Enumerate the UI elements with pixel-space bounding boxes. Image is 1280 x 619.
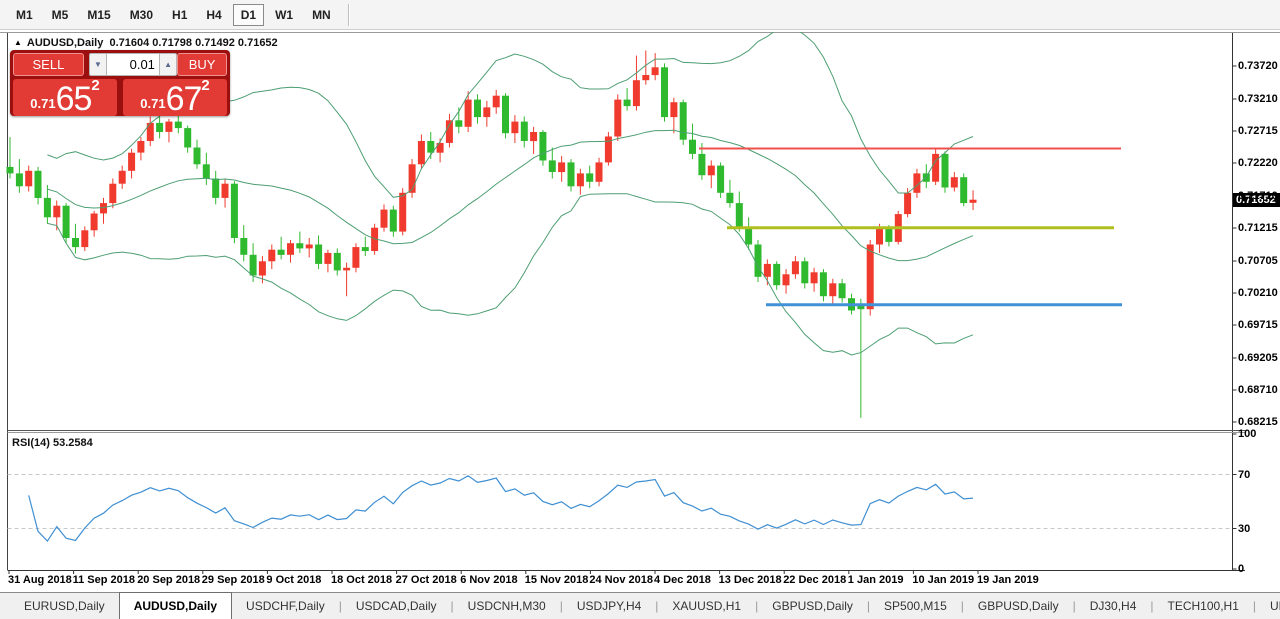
timeframe-button-d1[interactable]: D1	[232, 3, 265, 26]
date-axis-label: 1 Jan 2019	[847, 574, 904, 586]
price-axis-label: 0.73210	[1238, 92, 1278, 105]
timeframe-button-m15[interactable]: M15	[79, 4, 118, 26]
timeframe-button-m5[interactable]: M5	[44, 4, 77, 26]
price-axis-label: 0.71710	[1238, 189, 1278, 202]
price-axis-label: 0.71215	[1238, 222, 1278, 234]
volume-decrease-button[interactable]: ▼	[88, 53, 108, 76]
date-axis-label: 24 Nov 2018	[589, 574, 653, 586]
sell-price-pips: 65	[55, 80, 93, 118]
toolbar-separator	[347, 3, 350, 26]
chart-tab-bar: EURUSD,Daily AUDUSD,Daily USDCHF,Daily | USD…	[0, 592, 1280, 619]
chart-tab-usdcad-daily[interactable]: USDCAD,Daily	[342, 593, 451, 619]
chart-tab-sp500-m15[interactable]: SP500,M15	[870, 593, 961, 619]
chart-tab-usdjpy-h4[interactable]: USDJPY,H4	[563, 593, 655, 619]
buy-price-prefix: 0.71	[140, 96, 166, 111]
chart-tab-dj30-h4[interactable]: DJ30,H4	[1076, 593, 1151, 619]
date-axis-label: 11 Sep 2018	[72, 574, 135, 586]
one-click-trading-panel: SELL ▼ 0.01 ▲ BUY 0.71 65 2 0.71 67 2	[10, 50, 230, 116]
triangle-up-icon: ▲	[164, 60, 172, 69]
date-axis-label: 18 Oct 2018	[331, 574, 393, 586]
chart-ohlc-values: 0.71604 0.71798 0.71492 0.71652	[109, 37, 278, 49]
chart-window: ▲ AUDUSD,Daily 0.71604 0.71798 0.71492 0.…	[0, 32, 1280, 592]
date-axis-label: 4 Dec 2018	[654, 574, 711, 586]
date-axis-label: 22 Dec 2018	[783, 574, 847, 586]
price-axis-label: 0.72220	[1238, 157, 1278, 169]
trade-panel-quotes: 0.71 65 2 0.71 67 2	[13, 77, 227, 118]
rsi-axis-label: 100	[1238, 428, 1257, 440]
price-axis-label: 0.73720	[1238, 59, 1278, 72]
buy-button[interactable]: BUY	[177, 53, 227, 76]
mt4-terminal: M1 M5 M15 M30 H1 H4 D1 W1 MN ▲ AUDUSD,Daily 0.716…	[0, 0, 1280, 619]
rsi-axis-label: 0	[1238, 563, 1245, 575]
date-axis-label: 31 Aug 2018	[8, 574, 72, 586]
timeframe-button-w1[interactable]: W1	[267, 4, 301, 26]
timeframe-toolbar: M1 M5 M15 M30 H1 H4 D1 W1 MN	[0, 0, 1280, 30]
chart-tab-gbpusd-daily[interactable]: GBPUSD,Daily	[964, 593, 1073, 619]
price-axis-label: 0.69205	[1238, 352, 1278, 364]
date-axis-label: 15 Nov 2018	[524, 574, 589, 586]
timeframe-button-mn[interactable]: MN	[304, 4, 339, 26]
date-axis-label: 10 Jan 2019	[912, 574, 975, 586]
rsi-axis-label: 30	[1238, 522, 1251, 535]
triangle-down-icon: ▼	[94, 60, 102, 69]
chart-overlay: ▲ AUDUSD,Daily 0.71604 0.71798 0.71492 0.…	[0, 32, 1280, 592]
volume-increase-button[interactable]: ▲	[158, 53, 178, 76]
trade-panel-controls: SELL ▼ 0.01 ▲ BUY	[13, 53, 227, 76]
price-axis-label: 0.68710	[1238, 384, 1278, 397]
timeframe-button-m1[interactable]: M1	[8, 4, 41, 26]
buy-price-point: 2	[201, 77, 210, 94]
sell-price-prefix: 0.71	[30, 96, 56, 111]
chart-tab-eurusd-daily[interactable]: EURUSD,Daily	[10, 593, 119, 619]
sell-button[interactable]: SELL	[13, 53, 84, 76]
date-axis-label: 6 Nov 2018	[460, 574, 518, 586]
chart-tab-gbpusd-daily[interactable]: GBPUSD,Daily	[758, 593, 867, 619]
rsi-axis-label: 70	[1238, 468, 1251, 481]
sell-price-quote[interactable]: 0.71 65 2	[13, 77, 117, 118]
price-axis-label: 0.68215	[1238, 416, 1278, 429]
date-axis-label: 19 Jan 2019	[977, 574, 1039, 586]
price-axis-label: 0.69715	[1238, 319, 1278, 332]
price-axis-label: 0.72715	[1238, 124, 1278, 137]
price-axis-label: 0.70705	[1238, 254, 1278, 267]
date-axis-label: 27 Oct 2018	[395, 574, 457, 586]
rsi-indicator-label: RSI(14) 53.2584	[12, 437, 93, 449]
buy-price-quote[interactable]: 0.71 67 2	[123, 77, 227, 118]
collapse-arrow-icon[interactable]: ▲	[14, 38, 22, 47]
chart-tab-usdchf-daily[interactable]: USDCHF,Daily	[232, 593, 339, 619]
timeframe-button-h4[interactable]: H4	[198, 4, 229, 26]
chart-tab-xauusd-h1[interactable]: XAUUSD,H1	[658, 593, 755, 619]
timeframe-button-m30[interactable]: M30	[122, 4, 161, 26]
volume-input[interactable]: 0.01	[107, 53, 159, 76]
chart-title: ▲ AUDUSD,Daily 0.71604 0.71798 0.71492 0.…	[14, 37, 278, 49]
chart-tab-usdcnh-m30[interactable]: USDCNH,M30	[454, 593, 560, 619]
buy-price-pips: 67	[165, 80, 203, 118]
timeframe-button-h1[interactable]: H1	[164, 4, 195, 26]
chart-symbol-label: AUDUSD,Daily	[26, 37, 104, 49]
chart-tab-tech100-h1[interactable]: TECH100,H1	[1154, 593, 1253, 619]
date-axis-label: 13 Dec 2018	[718, 574, 782, 586]
price-axis-label: 0.70210	[1238, 287, 1278, 299]
date-axis-label: 9 Oct 2018	[266, 574, 322, 586]
chart-tab-ukoil-h1[interactable]: UKOil,H1	[1256, 593, 1280, 619]
date-axis-label: 20 Sep 2018	[137, 574, 201, 586]
sell-price-point: 2	[91, 77, 100, 94]
date-axis-label: 29 Sep 2018	[201, 574, 265, 586]
chart-tab-audusd-daily[interactable]: AUDUSD,Daily	[118, 592, 233, 619]
